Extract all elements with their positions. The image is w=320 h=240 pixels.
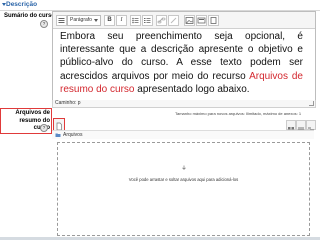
summary-label: Sumário do curso — [4, 13, 56, 19]
drop-zone-text: Você pode arrastar e soltar arquivos aqu… — [128, 177, 239, 182]
description-callout: Embora seu preenchimento seja opcional, … — [60, 30, 303, 96]
italic-button[interactable]: I — [116, 15, 127, 26]
image-icon — [185, 17, 194, 24]
editor-path: Caminho: p — [55, 100, 81, 106]
file-button[interactable] — [208, 15, 219, 26]
image-button[interactable] — [184, 15, 195, 26]
unlink-icon — [170, 17, 177, 24]
files-label-line1: Arquivos de — [15, 110, 50, 116]
toolbar-toggle-icon — [58, 18, 65, 23]
numbered-list-icon — [144, 18, 151, 23]
bullet-list-button[interactable] — [130, 15, 141, 26]
bold-button[interactable]: B — [104, 15, 115, 26]
folder-path-bar: Arquivos — [52, 130, 314, 139]
section-title[interactable]: Descrição — [6, 1, 37, 8]
paragraph-select-value: Parágrafo — [70, 17, 92, 23]
unlink-button[interactable] — [168, 15, 179, 26]
drop-arrow-icon — [182, 165, 186, 170]
media-button[interactable] — [196, 15, 207, 26]
help-icon[interactable]: ? — [40, 124, 48, 132]
help-icon[interactable]: ? — [40, 20, 48, 28]
toolbar-toggle-button[interactable] — [56, 15, 67, 26]
numbered-list-button[interactable] — [142, 15, 153, 26]
view-list-button[interactable] — [296, 120, 306, 133]
link-icon — [157, 17, 166, 24]
chevron-down-icon — [94, 19, 98, 22]
bullet-list-icon — [132, 17, 139, 24]
view-icons-button[interactable] — [286, 120, 296, 133]
paragraph-select[interactable]: Parágrafo — [67, 15, 101, 26]
editor-path-bar: Caminho: p — [52, 100, 316, 108]
file-icon — [210, 17, 217, 24]
media-icon — [197, 17, 206, 24]
files-limit-note: Tamanho máximo para novos arquivos: Ilim… — [175, 111, 302, 116]
resize-handle-icon[interactable] — [309, 101, 314, 106]
editor-toolbar: Parágrafo B I — [53, 12, 315, 29]
file-drop-zone[interactable]: Você pode arrastar e soltar arquivos aqu… — [57, 142, 310, 236]
view-tree-button[interactable] — [306, 120, 316, 133]
folder-icon — [55, 133, 61, 137]
callout-text-end: apresentado logo abaixo. — [134, 83, 250, 95]
link-button[interactable] — [156, 15, 167, 26]
folder-label[interactable]: Arquivos — [63, 132, 82, 138]
